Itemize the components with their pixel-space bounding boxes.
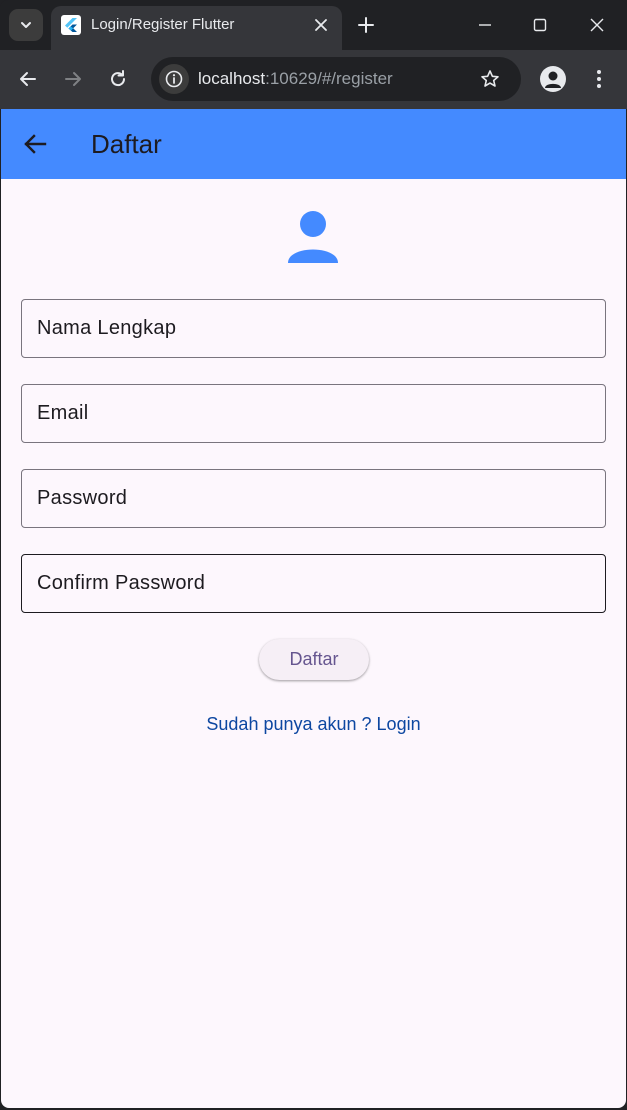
page-viewport: Daftar Nama Lengkap Email Password Confi… xyxy=(1,109,626,1108)
reload-button[interactable] xyxy=(106,67,130,91)
password-field[interactable]: Password xyxy=(21,469,606,528)
arrow-left-icon xyxy=(24,134,47,154)
maximize-button[interactable] xyxy=(529,14,551,36)
password-label: Password xyxy=(37,487,128,509)
confirm-password-label: Confirm Password xyxy=(37,572,206,594)
address-bar[interactable]: localhost:10629/#/register xyxy=(151,57,521,101)
url-host: localhost xyxy=(198,69,266,88)
close-icon xyxy=(315,19,327,31)
full-name-label: Nama Lengkap xyxy=(37,317,177,339)
new-tab-button[interactable] xyxy=(355,14,377,36)
forward-button[interactable] xyxy=(61,67,85,91)
browser-toolbar: localhost:10629/#/register xyxy=(0,50,627,109)
close-icon xyxy=(590,18,604,32)
confirm-password-field[interactable]: Confirm Password xyxy=(21,554,606,613)
email-field[interactable]: Email xyxy=(21,384,606,443)
tab-strip: Login/Register Flutter xyxy=(0,0,627,50)
reload-icon xyxy=(111,70,126,87)
person-icon xyxy=(288,211,338,263)
maximize-icon xyxy=(533,18,547,32)
minimize-icon xyxy=(479,24,491,26)
star-icon xyxy=(481,70,499,87)
page-title: Daftar xyxy=(91,129,162,159)
login-link[interactable]: Sudah punya akun ? Login xyxy=(1,714,626,735)
info-icon xyxy=(165,70,183,88)
arrow-left-icon xyxy=(20,72,36,86)
person-icon xyxy=(545,71,561,88)
chevron-down-icon xyxy=(21,22,31,28)
minimize-button[interactable] xyxy=(474,14,496,36)
close-window-button[interactable] xyxy=(586,14,608,36)
flutter-logo-icon xyxy=(61,15,81,35)
arrow-right-icon xyxy=(65,72,81,86)
url-text: localhost:10629/#/register xyxy=(198,69,393,89)
tab-close-button[interactable] xyxy=(311,15,331,35)
site-info-button[interactable] xyxy=(159,64,189,94)
browser-window: Login/Register Flutter localhost:10629/#… xyxy=(0,0,627,1110)
full-name-field[interactable]: Nama Lengkap xyxy=(21,299,606,358)
tab-search-button[interactable] xyxy=(9,9,43,41)
browser-menu-button[interactable] xyxy=(587,67,611,91)
bookmark-button[interactable] xyxy=(479,68,501,90)
appbar-back-button[interactable] xyxy=(20,129,50,159)
profile-button[interactable] xyxy=(540,66,566,92)
register-button[interactable]: Daftar xyxy=(259,639,369,680)
app-bar: Daftar xyxy=(1,109,626,179)
browser-tab[interactable]: Login/Register Flutter xyxy=(51,6,342,50)
email-label: Email xyxy=(37,402,89,424)
register-button-label: Daftar xyxy=(289,649,339,669)
plus-icon xyxy=(358,17,374,33)
tab-title: Login/Register Flutter xyxy=(91,16,235,33)
more-vertical-icon xyxy=(597,70,601,88)
url-path: :10629/#/register xyxy=(265,69,393,88)
back-button[interactable] xyxy=(16,67,40,91)
